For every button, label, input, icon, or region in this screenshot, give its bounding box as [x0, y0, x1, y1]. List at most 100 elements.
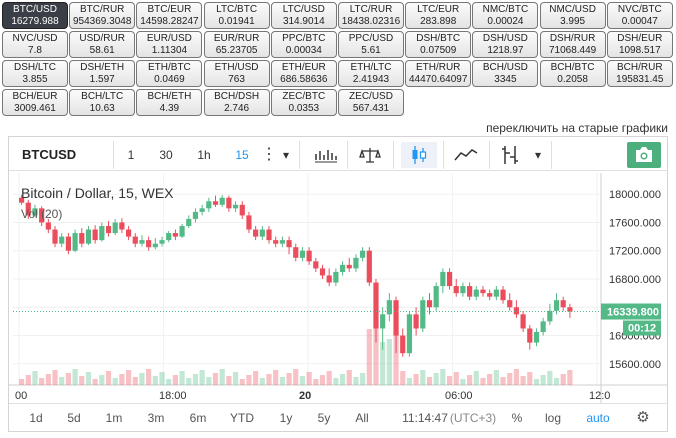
interval-more-icon[interactable]: ⋮: [261, 142, 277, 168]
pair-button[interactable]: USD/RUR 58.61: [69, 31, 136, 58]
candle-body: [500, 289, 506, 301]
pair-button[interactable]: DSH/EUR 1098.517: [606, 31, 673, 58]
interval-15[interactable]: 15: [227, 142, 257, 168]
x-tick-label: 20: [299, 390, 311, 402]
pair-button[interactable]: DSH/LTC 3.855: [2, 60, 68, 87]
interval-30[interactable]: 30: [151, 142, 181, 168]
pair-button[interactable]: ETH/USD 763: [203, 60, 270, 87]
interval-dropdown-icon[interactable]: ▾: [279, 142, 293, 168]
pair-button[interactable]: NMC/USD 3.995: [539, 2, 606, 29]
pair-button[interactable]: DSH/USD 1218.97: [472, 31, 539, 58]
candles-icon[interactable]: [401, 142, 437, 168]
volume-bar: [146, 369, 152, 385]
interval-1h[interactable]: 1h: [189, 142, 219, 168]
pair-value: 65.23705: [215, 45, 258, 56]
compare-icon[interactable]: [355, 142, 385, 168]
volume-bar: [547, 371, 553, 385]
candle-body: [65, 236, 71, 251]
pair-value: 0.00047: [621, 16, 658, 27]
range-5d[interactable]: 5d: [61, 404, 87, 432]
pair-value: 18438.02316: [341, 16, 401, 27]
pair-value: 567.431: [352, 103, 390, 114]
pair-button[interactable]: NMC/BTC 0.00024: [472, 2, 539, 29]
pair-value: 2.746: [224, 103, 250, 114]
candle-body: [45, 222, 51, 230]
range-5y[interactable]: 5y: [311, 404, 337, 432]
switch-old-charts-link[interactable]: переключить на старые графики: [486, 121, 668, 135]
pair-button[interactable]: BTC/RUR 954369.3048: [69, 2, 136, 29]
pair-button[interactable]: BCH/USD 3345: [472, 60, 539, 87]
volume-bar: [500, 377, 506, 385]
candle-body: [420, 300, 426, 329]
auto-toggle[interactable]: auto: [583, 404, 613, 432]
candle-body: [393, 300, 399, 336]
pair-button[interactable]: BTC/USD 16279.988: [2, 2, 68, 29]
candle-body: [507, 300, 513, 308]
pair-button[interactable]: BCH/RUR 195831.45: [606, 60, 673, 87]
candle-body: [346, 264, 352, 269]
candle-body: [72, 233, 78, 251]
toolbar-divider: [551, 141, 552, 169]
pair-button[interactable]: LTC/BTC 0.01941: [203, 2, 270, 29]
range-6m[interactable]: 6m: [185, 404, 211, 432]
pair-value: 71068.449: [548, 45, 597, 56]
candle-body: [533, 332, 540, 343]
pair-button[interactable]: EUR/RUR 65.23705: [203, 31, 270, 58]
pair-button[interactable]: BCH/EUR 3009.461: [2, 89, 68, 116]
pair-button[interactable]: ETH/EUR 686.58636: [270, 60, 337, 87]
pair-button[interactable]: LTC/EUR 283.898: [405, 2, 472, 29]
volume-bar: [45, 374, 51, 385]
pair-button[interactable]: NVC/USD 7.8: [2, 31, 68, 58]
pair-button[interactable]: ETH/LTC 2.41943: [338, 60, 404, 87]
pair-button[interactable]: BCH/BTC 0.2058: [539, 60, 606, 87]
indicators-dropdown-icon[interactable]: ▾: [531, 142, 545, 168]
pair-button[interactable]: ZEC/USD 567.431: [338, 89, 404, 116]
volume-bar: [172, 375, 178, 385]
pair-name: ETH/EUR: [281, 62, 326, 73]
indicators-icon[interactable]: [495, 142, 525, 168]
area-chart-icon[interactable]: [449, 142, 483, 168]
candle-body: [467, 286, 473, 297]
interval-1[interactable]: 1: [119, 142, 143, 168]
pair-value: 0.00024: [487, 16, 524, 27]
volume-bar: [125, 370, 132, 385]
pair-button[interactable]: PPC/BTC 0.00034: [270, 31, 337, 58]
pair-button[interactable]: PPC/USD 5.61: [338, 31, 404, 58]
pair-button[interactable]: BTC/EUR 14598.28247: [136, 2, 203, 29]
toolbar-divider: [113, 141, 114, 169]
pair-button[interactable]: EUR/USD 1.11304: [136, 31, 203, 58]
range-1d[interactable]: 1d: [23, 404, 49, 432]
pair-button[interactable]: NVC/BTC 0.00047: [606, 2, 673, 29]
pair-button[interactable]: DSH/BTC 0.07509: [405, 31, 472, 58]
pair-button[interactable]: ETH/RUR 44470.64097: [405, 60, 472, 87]
pair-button[interactable]: ZEC/BTC 0.0353: [270, 89, 337, 116]
pair-name: DSH/ETH: [80, 62, 125, 73]
range-all[interactable]: All: [349, 404, 375, 432]
symbol-search[interactable]: BTCUSD: [17, 142, 109, 168]
pair-value: 0.01941: [218, 16, 255, 27]
timezone[interactable]: (UTC+3): [449, 404, 497, 432]
range-ytd[interactable]: YTD: [227, 404, 257, 432]
log-toggle[interactable]: log: [541, 404, 565, 432]
volume-bar: [386, 339, 392, 385]
pair-button[interactable]: BCH/ETH 4.39: [136, 89, 203, 116]
pair-button[interactable]: BCH/LTC 10.63: [69, 89, 136, 116]
pair-button[interactable]: DSH/RUR 71068.449: [539, 31, 606, 58]
pair-button[interactable]: BCH/DSH 2.746: [203, 89, 270, 116]
price-chart[interactable]: 18000.00017600.00017200.00016800.0001640…: [9, 173, 667, 403]
pair-button[interactable]: LTC/USD 314.9014: [270, 2, 337, 29]
camera-icon[interactable]: [627, 142, 661, 168]
gear-icon[interactable]: ⚙: [633, 404, 653, 432]
percent-toggle[interactable]: %: [507, 404, 527, 432]
bars-style-icon[interactable]: [311, 142, 341, 168]
pair-button[interactable]: LTC/RUR 18438.02316: [338, 2, 404, 29]
range-1m[interactable]: 1m: [101, 404, 127, 432]
volume-bar: [179, 371, 185, 385]
range-3m[interactable]: 3m: [143, 404, 169, 432]
pair-button[interactable]: DSH/ETH 1.597: [69, 60, 136, 87]
pair-button[interactable]: ETH/BTC 0.0469: [136, 60, 203, 87]
toolbar-divider: [489, 141, 490, 169]
range-1y[interactable]: 1y: [273, 404, 299, 432]
volume-bar: [446, 376, 453, 385]
volume-bar: [186, 378, 192, 385]
